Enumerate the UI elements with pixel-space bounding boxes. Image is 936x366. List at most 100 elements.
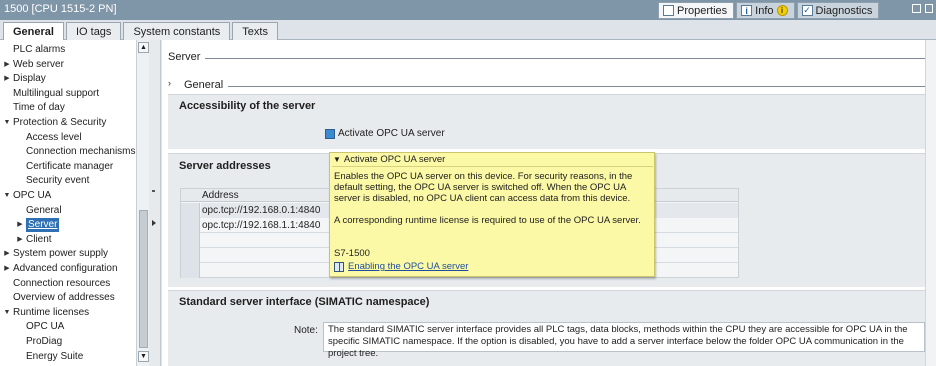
tree-item[interactable]: Access level — [0, 131, 136, 145]
restore-window-button[interactable] — [912, 4, 921, 13]
tab-general[interactable]: General — [3, 22, 64, 40]
row-header[interactable] — [181, 248, 200, 263]
help-link[interactable]: Enabling the OPC UA server — [334, 261, 468, 272]
tree-item[interactable]: ▶ System power supply — [0, 247, 136, 261]
tab-diagnostics[interactable]: ✓ Diagnostics — [796, 2, 880, 19]
tree-item-label: General — [26, 204, 62, 216]
row-header[interactable] — [181, 263, 200, 278]
tab-info[interactable]: i Info i — [736, 2, 795, 19]
general-header-rule — [228, 86, 925, 87]
tree-item[interactable]: ▶ Server — [0, 218, 136, 233]
window-title: 1500 [CPU 1515-2 PN] — [4, 3, 117, 15]
tree-item[interactable]: ▼ OPC UA — [0, 189, 136, 203]
tree-item-label: Web server — [13, 58, 64, 70]
tree-item-label: System power supply — [13, 248, 109, 260]
minimize-window-button[interactable] — [925, 4, 933, 13]
tab-system-constants[interactable]: System constants — [123, 22, 231, 40]
activate-server-label: Activate OPC UA server — [338, 128, 445, 139]
tooltip-title[interactable]: ▼ Activate OPC UA server — [333, 154, 445, 165]
tree-item-label: Multilingual support — [13, 87, 100, 99]
scroll-up-icon[interactable]: ▲ — [138, 42, 149, 53]
tree-item-label: Connection mechanisms — [26, 146, 136, 158]
tree-scrollbar[interactable]: ▲ ▼ — [136, 40, 149, 366]
chevron-right-icon[interactable]: ▶ — [3, 247, 11, 261]
tree-item[interactable]: ▼ Runtime licenses — [0, 306, 136, 320]
accessibility-title: Accessibility of the server — [179, 100, 316, 112]
tree-item-label: PLC alarms — [13, 44, 66, 55]
chevron-down-icon: ▼ — [333, 155, 341, 164]
tree-item-label: Energy Suite — [26, 350, 84, 362]
activate-server-tooltip: ▼ Activate OPC UA server Enables the OPC… — [329, 152, 655, 277]
book-icon — [334, 261, 344, 272]
tab-texts[interactable]: Texts — [232, 22, 278, 40]
chevron-down-icon[interactable]: ▼ — [3, 189, 11, 203]
general-collapse-arrow-icon[interactable]: › — [168, 78, 171, 88]
tooltip-title-text: Activate OPC UA server — [343, 154, 446, 165]
info-badge-icon: i — [776, 5, 788, 16]
tree-item[interactable]: ▶ Advanced configuration — [0, 262, 136, 276]
address-cell[interactable]: opc.tcp://192.168.1.1:4840 — [202, 220, 320, 231]
address-column-header: Address — [202, 190, 239, 201]
scroll-thumb[interactable] — [139, 210, 148, 348]
tree-item[interactable]: Multilingual support — [0, 87, 136, 101]
tab-io-tags[interactable]: IO tags — [65, 22, 122, 40]
row-header[interactable] — [181, 203, 200, 218]
chevron-right-icon[interactable]: ▶ — [3, 72, 11, 86]
tree-item[interactable]: ▶ Web server — [0, 58, 136, 72]
row-header[interactable] — [181, 218, 200, 233]
panel-splitter[interactable] — [149, 40, 161, 366]
info-icon: i — [741, 5, 753, 16]
server-header-rule — [205, 58, 925, 59]
tree-item-label: Certificate manager — [26, 160, 114, 172]
chevron-right-icon[interactable]: ▶ — [3, 262, 11, 276]
chevron-right-icon[interactable]: ▶ — [16, 233, 24, 247]
chevron-right-icon[interactable]: ▶ — [16, 218, 24, 232]
inspector-tabs: Properties i Info i ✓ Diagnostics — [658, 2, 881, 19]
navigation-tree: PLC alarms ▶ Web server ▶ Display Multilingua… — [0, 40, 149, 366]
tree-item[interactable]: ▶ Client — [0, 233, 136, 247]
tree-item[interactable]: Connection resources — [0, 277, 136, 291]
tree-item[interactable]: General — [0, 204, 136, 218]
tree-item[interactable]: Overview of addresses — [0, 291, 136, 305]
tree-item[interactable]: ▼ Protection & Security — [0, 116, 136, 130]
general-header: General — [184, 79, 224, 91]
server-header: Server — [168, 51, 201, 63]
scroll-down-icon[interactable]: ▼ — [138, 351, 149, 362]
row-header[interactable] — [181, 233, 200, 248]
tree-item-label: Time of day — [13, 102, 65, 114]
address-cell[interactable]: opc.tcp://192.168.0.1:4840 — [202, 205, 320, 216]
tree-item-label: Protection & Security — [13, 117, 107, 128]
tree-item-label: Runtime licenses — [13, 306, 90, 318]
tree-item[interactable]: Time of day — [0, 101, 136, 115]
tooltip-license-note: A corresponding runtime license is requi… — [334, 215, 641, 226]
splitter-grip-icon — [152, 190, 155, 192]
tree-item-label: ProDiag — [26, 336, 63, 347]
properties-tabs-bar: General IO tags System constants Texts — [0, 20, 936, 40]
tree-item-label: OPC UA — [26, 321, 65, 333]
chevron-down-icon[interactable]: ▼ — [3, 306, 11, 320]
tree-item-label: Access level — [26, 131, 82, 143]
tooltip-cpu-family: S7-1500 — [334, 248, 370, 259]
standard-interface-title: Standard server interface (SIMATIC names… — [179, 296, 430, 308]
tree-item[interactable]: Security event — [0, 174, 136, 188]
properties-icon — [663, 5, 674, 16]
tree-item[interactable]: ▶ Display — [0, 72, 136, 86]
tree-item[interactable]: Connection mechanisms — [0, 145, 136, 159]
tab-properties[interactable]: Properties — [658, 2, 735, 19]
main-scrollbar[interactable] — [925, 40, 936, 366]
tree-item[interactable]: Energy Suite — [0, 350, 136, 364]
tree-item[interactable]: OPC UA — [0, 320, 136, 334]
chevron-down-icon[interactable]: ▼ — [3, 116, 11, 130]
title-bar: 1500 [CPU 1515-2 PN] Properties i Info i… — [0, 0, 936, 20]
help-link-text[interactable]: Enabling the OPC UA server — [348, 261, 468, 272]
tree-item[interactable]: Certificate manager — [0, 160, 136, 174]
tree-item[interactable]: ProDiag — [0, 335, 136, 349]
tree-item-label: Server — [26, 218, 60, 233]
tree-item-label: Advanced configuration — [13, 263, 118, 274]
diagnostics-icon: ✓ — [801, 5, 813, 16]
note-text: The standard SIMATIC server interface pr… — [323, 322, 925, 359]
tree-item[interactable]: PLC alarms — [0, 43, 136, 57]
tab-diagnostics-label: Diagnostics — [815, 4, 873, 17]
activate-server-checkbox[interactable] — [325, 129, 335, 139]
chevron-right-icon[interactable]: ▶ — [3, 58, 11, 72]
